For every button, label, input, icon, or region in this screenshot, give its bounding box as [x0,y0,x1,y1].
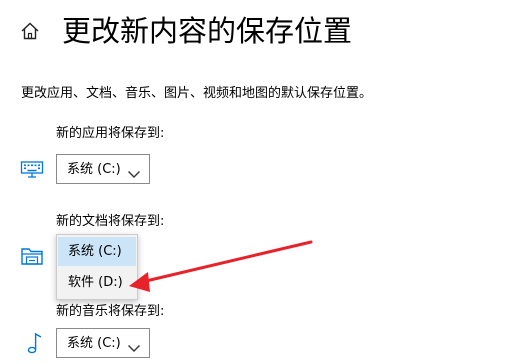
page-title: 更改新内容的保存位置 [62,14,353,48]
dropdown-option-label: 系统 (C:) [68,244,122,259]
apps-location-value: 系统 (C:) [67,162,121,177]
dropdown-option-c-drive[interactable]: 系统 (C:) [58,237,136,266]
apps-location-select[interactable]: 系统 (C:) [56,154,150,184]
dropdown-option-label: 软件 (D:) [68,275,123,290]
keyboard-icon [20,157,44,181]
dropdown-option-d-drive[interactable]: 软件 (D:) [58,268,136,297]
folder-icon [20,244,44,268]
chevron-down-icon [127,338,141,352]
music-location-label: 新的音乐将保存到: [56,304,165,319]
home-icon[interactable] [20,21,40,41]
page-description: 更改应用、文档、音乐、图片、视频和地图的默认保存位置。 [21,86,373,101]
documents-location-dropdown[interactable]: 系统 (C:) 软件 (D:) [56,234,138,300]
music-note-icon [24,331,48,355]
music-location-value: 系统 (C:) [67,336,121,351]
music-location-select[interactable]: 系统 (C:) [56,328,150,358]
apps-location-label: 新的应用将保存到: [56,126,165,141]
documents-location-label: 新的文档将保存到: [56,214,165,229]
chevron-down-icon [127,164,141,178]
